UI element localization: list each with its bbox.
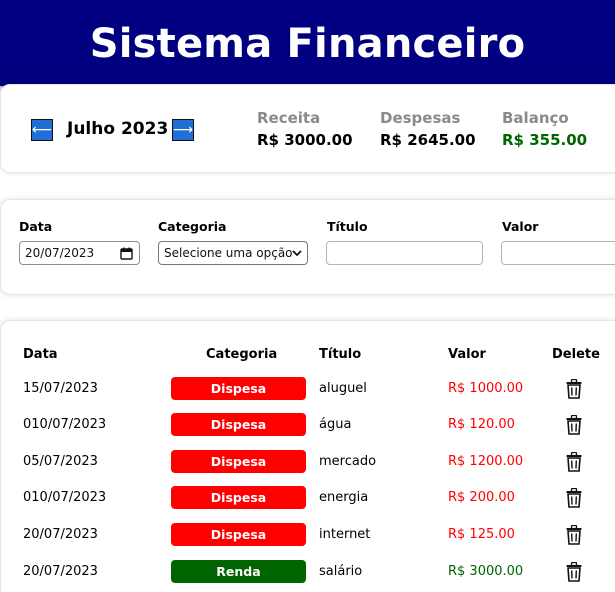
trash-icon[interactable]	[566, 562, 582, 582]
new-entry-form: Data 20/07/2023 Categoria Selecione uma …	[0, 199, 615, 295]
chevron-down-icon	[292, 250, 302, 257]
balance-summary: Balanço R$ 355.00	[502, 109, 587, 149]
row-value: R$ 200.00	[448, 490, 515, 505]
income-label: Receita	[257, 109, 321, 127]
row-date: 15/07/2023	[23, 381, 98, 396]
value-label: Valor	[502, 219, 539, 234]
next-month-button[interactable]: ⟶	[172, 119, 194, 141]
table-row: 20/07/2023 Renda salário R$ 3000.00	[1, 560, 615, 584]
category-label: Categoria	[158, 219, 227, 234]
table-row: 010/07/2023 Dispesa água R$ 120.00	[1, 413, 615, 437]
title-input[interactable]	[326, 241, 483, 265]
income-summary: Receita R$ 3000.00	[257, 109, 353, 149]
table-row: 15/07/2023 Dispesa aluguel R$ 1000.00	[1, 377, 615, 401]
row-title: salário	[319, 564, 363, 579]
arrow-right-icon: ⟶	[172, 122, 194, 138]
current-month: Julho 2023	[67, 119, 169, 139]
trash-icon[interactable]	[566, 379, 582, 399]
row-title: mercado	[319, 454, 377, 469]
row-title: água	[319, 417, 352, 432]
row-title: internet	[319, 527, 371, 542]
row-value: R$ 120.00	[448, 417, 515, 432]
category-badge: Dispesa	[171, 450, 306, 473]
category-select[interactable]: Selecione uma opção	[158, 241, 308, 265]
header-delete: Delete	[552, 347, 600, 362]
balance-value: R$ 355.00	[502, 131, 588, 149]
row-date: 20/07/2023	[23, 564, 98, 579]
category-selected: Selecione uma opção	[164, 246, 293, 260]
app-header: Sistema Financeiro	[0, 0, 615, 86]
date-input[interactable]: 20/07/2023	[19, 241, 140, 265]
income-value: R$ 3000.00	[257, 131, 353, 149]
table-row: 05/07/2023 Dispesa mercado R$ 1200.00	[1, 450, 615, 474]
row-value: R$ 1200.00	[448, 454, 524, 469]
expense-summary: Despesas R$ 2645.00	[380, 109, 476, 149]
trash-icon[interactable]	[566, 452, 582, 472]
trash-icon[interactable]	[566, 488, 582, 508]
table-row: 010/07/2023 Dispesa energia R$ 200.00	[1, 486, 615, 510]
header-title: Título	[319, 347, 362, 362]
row-value: R$ 1000.00	[448, 381, 524, 396]
balance-label: Balanço	[502, 109, 569, 127]
trash-icon[interactable]	[566, 415, 582, 435]
header-value: Valor	[448, 347, 486, 362]
month-summary-card: ⟵ Julho 2023 ⟶ Receita R$ 3000.00 Despes…	[0, 84, 615, 173]
value-input[interactable]	[501, 241, 615, 265]
row-date: 20/07/2023	[23, 527, 98, 542]
header-category: Categoria	[206, 347, 278, 362]
row-value: R$ 125.00	[448, 527, 515, 542]
category-badge: Dispesa	[171, 413, 306, 436]
transactions-table: Data Categoria Título Valor Delete 15/07…	[0, 320, 615, 592]
app-title: Sistema Financeiro	[89, 21, 526, 67]
trash-icon[interactable]	[566, 525, 582, 545]
row-title: energia	[319, 490, 369, 505]
row-date: 05/07/2023	[23, 454, 98, 469]
prev-month-button[interactable]: ⟵	[31, 119, 53, 141]
title-label: Título	[327, 219, 368, 234]
category-badge: Dispesa	[171, 523, 306, 546]
calendar-icon[interactable]	[120, 247, 133, 260]
expense-label: Despesas	[380, 109, 461, 127]
category-badge: Dispesa	[171, 377, 306, 400]
date-label: Data	[19, 219, 53, 234]
expense-value: R$ 2645.00	[380, 131, 476, 149]
row-value: R$ 3000.00	[448, 564, 524, 579]
table-row: 20/07/2023 Dispesa internet R$ 125.00	[1, 523, 615, 547]
header-date: Data	[23, 347, 58, 362]
row-date: 010/07/2023	[23, 490, 107, 505]
row-date: 010/07/2023	[23, 417, 107, 432]
arrow-left-icon: ⟵	[31, 122, 53, 138]
date-value: 20/07/2023	[25, 246, 95, 260]
category-badge: Renda	[171, 560, 306, 583]
row-title: aluguel	[319, 381, 367, 396]
category-badge: Dispesa	[171, 486, 306, 509]
